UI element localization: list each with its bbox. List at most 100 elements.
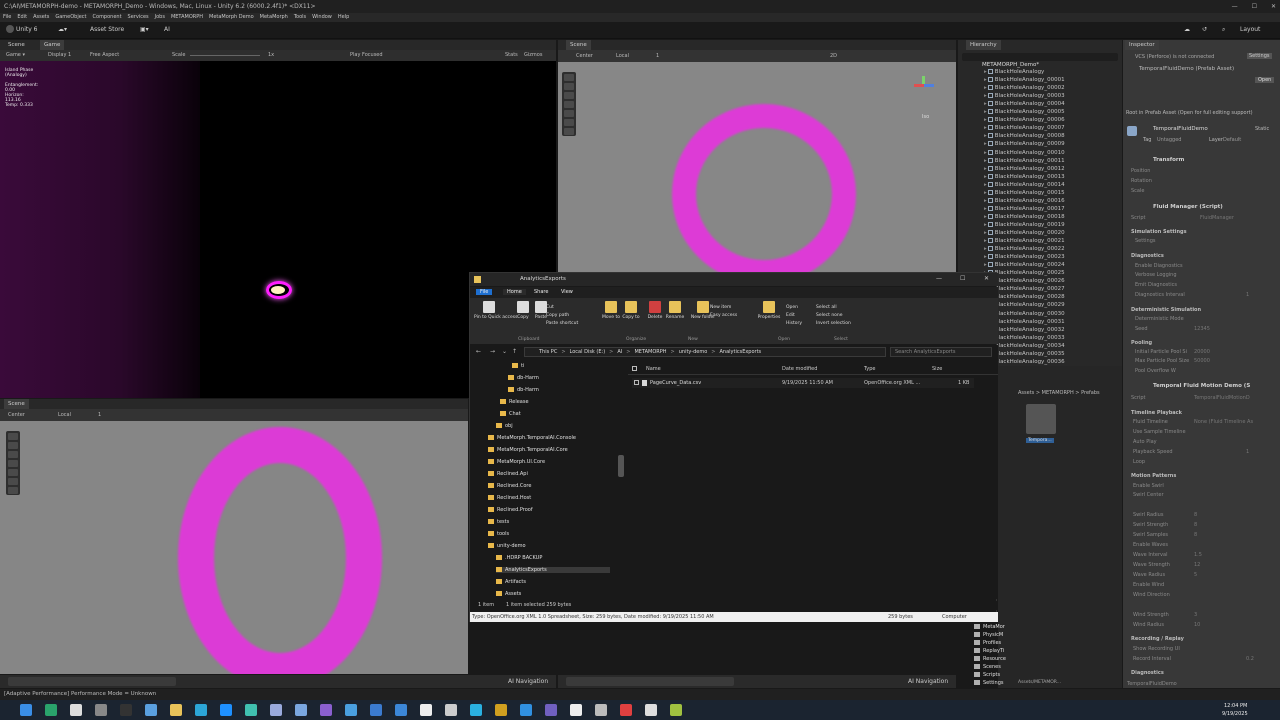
- hierarchy-item[interactable]: ▸ BlackHoleAnalogy_00005: [984, 109, 1065, 115]
- history-icon[interactable]: ↺: [1202, 26, 1207, 33]
- tab-scene[interactable]: Scene: [4, 40, 29, 50]
- ribbon-new-item[interactable]: New item: [710, 305, 731, 310]
- expand-arrow-icon[interactable]: ▸: [984, 182, 987, 188]
- hierarchy-item[interactable]: ▸ BlackHoleAnalogy_00015: [984, 189, 1065, 196]
- hierarchy-item[interactable]: ▸ BlackHoleAnalogy_00006: [984, 117, 1065, 123]
- explorer-tab-share[interactable]: Share: [530, 289, 552, 295]
- inspector-wave-interval-val[interactable]: 1.5: [1194, 552, 1202, 558]
- taskbar-app-icon[interactable]: [395, 704, 407, 716]
- tree-folder[interactable]: .HDRP BACKUP: [496, 555, 610, 561]
- taskbar-app-icon[interactable]: [520, 704, 532, 716]
- hierarchy-item[interactable]: ▸ BlackHoleAnalogy_00014: [984, 181, 1065, 188]
- cloud-icon[interactable]: ☁▾: [58, 26, 67, 33]
- inspector-swirl-strength-val[interactable]: 8: [1194, 522, 1197, 528]
- tree-folder[interactable]: obj: [496, 423, 610, 429]
- taskbar-app-icon[interactable]: [670, 704, 682, 716]
- taskbar-app-icon[interactable]: [220, 704, 232, 716]
- up-icon[interactable]: ↑: [512, 348, 517, 355]
- ribbon-copy-path[interactable]: Copy path: [546, 313, 569, 318]
- prefab-thumbnail[interactable]: [1026, 404, 1056, 434]
- hierarchy-item[interactable]: ▸ BlackHoleAnalogy_00002: [984, 85, 1065, 91]
- expand-arrow-icon[interactable]: ▸: [984, 246, 987, 252]
- inspector-script-val2[interactable]: TemporalFluidMotionD: [1194, 395, 1250, 401]
- tree-folder[interactable]: MetaMorph.TemporalAI.Console: [488, 435, 610, 441]
- menu-item-metamorph-demo[interactable]: MetaMorph Demo: [209, 13, 254, 22]
- display-dropdown[interactable]: Display 1: [48, 50, 71, 61]
- hierarchy-item[interactable]: ▸ BlackHoleAnalogy_00011: [984, 157, 1065, 164]
- recent-icon[interactable]: ⌄: [502, 348, 507, 355]
- center-dropdown[interactable]: Center: [8, 409, 25, 421]
- taskbar-app-icon[interactable]: [95, 704, 107, 716]
- maximize-icon[interactable]: ☐: [1252, 0, 1257, 13]
- inspector-playback-speed-val[interactable]: 1: [1246, 449, 1249, 455]
- hierarchy-item[interactable]: ▸ BlackHoleAnalogy_00020: [984, 230, 1065, 236]
- layout-dropdown[interactable]: Layout: [1240, 26, 1260, 33]
- inspector-seed-val[interactable]: 12345: [1194, 326, 1210, 332]
- expand-arrow-icon[interactable]: ▸: [984, 214, 987, 220]
- taskbar-app-icon[interactable]: [645, 704, 657, 716]
- hierarchy-item[interactable]: ▸ BlackHoleAnalogy_00003: [984, 93, 1065, 99]
- taskbar-app-icon[interactable]: [495, 704, 507, 716]
- scene-bottom-overlay-tools[interactable]: [8, 677, 176, 686]
- menu-item-tools[interactable]: Tools: [294, 13, 306, 22]
- tab-game[interactable]: Game: [40, 40, 65, 50]
- expand-arrow-icon[interactable]: ▸: [984, 230, 987, 236]
- ai-navigation-bottom[interactable]: AI Navigation: [508, 678, 548, 685]
- game-mode-dropdown[interactable]: Game ▾: [6, 50, 25, 61]
- close-icon[interactable]: ✕: [1271, 0, 1276, 13]
- ribbon-paste-shortcut[interactable]: Paste shortcut: [546, 321, 578, 326]
- hierarchy-item[interactable]: ▸ BlackHoleAnalogy: [984, 69, 1044, 75]
- expand-arrow-icon[interactable]: ▸: [984, 133, 987, 139]
- inspector-wind-radius-val[interactable]: 10: [1194, 622, 1200, 628]
- taskbar-app-icon[interactable]: [120, 704, 132, 716]
- local-dropdown-top[interactable]: Local: [616, 50, 629, 62]
- project-folder[interactable]: Profiles: [974, 640, 1001, 646]
- taskbar-app-icon[interactable]: [345, 704, 357, 716]
- expand-arrow-icon[interactable]: ▸: [984, 206, 987, 212]
- project-folder[interactable]: ReplayTi: [974, 648, 1004, 654]
- gameobject-name[interactable]: TemporalFluidDemo: [1153, 126, 1208, 132]
- scene-tools-top[interactable]: [562, 72, 576, 136]
- expand-arrow-icon[interactable]: ▸: [984, 141, 987, 147]
- project-folder[interactable]: Resource: [974, 656, 1006, 662]
- address-crumb[interactable]: unity-demo: [679, 349, 708, 355]
- grid-value[interactable]: 1: [98, 409, 101, 421]
- taskbar-app-icon[interactable]: [270, 704, 282, 716]
- scale-slider[interactable]: [190, 55, 260, 56]
- account-icon[interactable]: [6, 25, 14, 33]
- expand-arrow-icon[interactable]: ▸: [984, 69, 987, 75]
- column-header[interactable]: Date modified: [782, 366, 817, 372]
- hierarchy-item[interactable]: ▸ BlackHoleAnalogy_00022: [984, 246, 1065, 252]
- hierarchy-item[interactable]: ▸ BlackHoleAnalogy_00013: [984, 173, 1065, 180]
- ai-navigation-top[interactable]: AI Navigation: [908, 678, 948, 685]
- tree-folder[interactable]: unity-demo: [488, 543, 610, 549]
- tag-dropdown[interactable]: Untagged: [1157, 137, 1181, 143]
- inspector-swirl-radius-val[interactable]: 8: [1194, 512, 1197, 518]
- expand-arrow-icon[interactable]: ▸: [984, 198, 987, 204]
- collab-icon[interactable]: ☁: [1184, 26, 1190, 33]
- taskbar-app-icon[interactable]: [595, 704, 607, 716]
- tab-scene-bottom[interactable]: Scene: [4, 399, 29, 409]
- expand-arrow-icon[interactable]: ▸: [984, 93, 987, 99]
- tree-folder[interactable]: tools: [488, 531, 610, 537]
- menu-item-component[interactable]: Component: [93, 13, 122, 22]
- project-folder[interactable]: PhysicM: [974, 632, 1003, 638]
- address-crumb[interactable]: AnalyticsExports: [719, 349, 761, 355]
- file-checkbox[interactable]: [634, 380, 639, 385]
- menu-item-file[interactable]: File: [3, 13, 11, 22]
- tree-folder[interactable]: Chat: [500, 411, 610, 417]
- scene-top-overlay-tools[interactable]: [566, 677, 734, 686]
- stats-button[interactable]: Stats: [505, 50, 518, 61]
- column-header[interactable]: Name: [646, 366, 661, 372]
- hierarchy-item[interactable]: ▸ BlackHoleAnalogy_00017: [984, 205, 1065, 212]
- hierarchy-item[interactable]: ▸ BlackHoleAnalogy_00023: [984, 254, 1065, 260]
- tree-folder[interactable]: Reclined.Api: [488, 471, 610, 477]
- ribbon-cut[interactable]: Cut: [546, 305, 554, 310]
- expand-arrow-icon[interactable]: ▸: [984, 109, 987, 115]
- tree-folder[interactable]: tests: [488, 519, 610, 525]
- settings-button[interactable]: Settings: [1247, 53, 1272, 59]
- inspector-tab[interactable]: Inspector: [1125, 40, 1159, 50]
- ribbon-select-all[interactable]: Select all: [816, 305, 837, 310]
- hierarchy-item[interactable]: ▸ BlackHoleAnalogy_00001: [984, 77, 1065, 83]
- explorer-search-box[interactable]: Search AnalyticsExports: [890, 347, 992, 357]
